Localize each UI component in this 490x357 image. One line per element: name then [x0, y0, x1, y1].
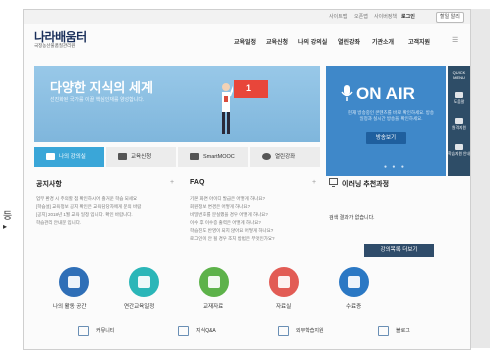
quick-button-classroom[interactable]: 나의 강의실: [34, 147, 104, 167]
nav-item-schedule[interactable]: 교육일정: [234, 37, 256, 46]
all-menu-icon[interactable]: ☰: [452, 36, 458, 44]
external-learning-icon[interactable]: [278, 326, 289, 336]
notice-item[interactable]: [공지] 2018년 1월 교육 일정 입니다. 확인 바랍니다.: [36, 212, 176, 217]
quick-menu-item-remote[interactable]: 원격지원: [448, 126, 470, 131]
circle-label[interactable]: 자료실: [276, 302, 291, 310]
browser-page: 사이트맵 오픈맵 사이버정책 로그인 할일 알리 나라배움터 국정농산물품질관리…: [23, 9, 471, 350]
util-link-sitemap[interactable]: 사이트맵: [329, 13, 347, 20]
monitor-icon: [329, 178, 338, 187]
quick-button-label: 나의 강의실: [59, 154, 86, 160]
person-illustration-icon: [222, 83, 233, 134]
login-link[interactable]: 로그인: [401, 13, 415, 20]
qa-icon[interactable]: [178, 326, 189, 336]
screen-icon: [190, 153, 199, 161]
globe-icon: [262, 153, 271, 161]
nav-item-open-lecture[interactable]: 열린강좌: [338, 37, 360, 46]
util-link-policy[interactable]: 사이버정책: [374, 13, 397, 20]
faq-more-button[interactable]: +: [312, 179, 316, 186]
faq-item[interactable]: 이수 후 이수증 출력은 어떻게 하나요?: [190, 220, 320, 225]
quick-menu-item-guide[interactable]: 학습지원 안내: [448, 152, 470, 157]
hero-subtitle: 선진화된 국가를 이끌 핵심인재를 양성합니다.: [50, 97, 145, 103]
notice-item[interactable]: 학습관리 안내문 입니다.: [36, 220, 176, 225]
utility-bar: 사이트맵 오픈맵 사이버정책 로그인 할일 알리: [24, 10, 470, 24]
faq-item[interactable]: 학습진도 반영이 되지 않아요 어떻게 하나요?: [190, 228, 320, 233]
graduation-cap-icon: [348, 276, 360, 288]
nav-item-apply[interactable]: 교육신청: [266, 37, 288, 46]
quick-menu: QUICK MENU 도움말 원격지원 학습지원 안내: [448, 66, 470, 176]
recommend-empty-message: 검색 결과가 없습니다.: [329, 215, 375, 221]
faq-item[interactable]: 회원정보 변경은 어떻게 하나요?: [190, 204, 320, 209]
notice-title: 공지사항: [36, 181, 62, 188]
hero-banner[interactable]: 다양한 지식의 세계 선진화된 국가를 이끌 핵심인재를 양성합니다. 1: [34, 66, 320, 142]
quick-menu-item-help[interactable]: 도움말: [448, 100, 470, 105]
background-edge: [470, 9, 490, 348]
board-icon: [208, 276, 220, 288]
circle-label[interactable]: 연간교육일정: [124, 302, 154, 310]
footer-link-external[interactable]: 외부학습지원: [296, 327, 324, 334]
on-air-banner[interactable]: ON AIR 현재 방송중인 콘텐츠를 바로 확인하세요. 방송일정과 실시간 …: [326, 66, 446, 176]
notice-item[interactable]: [학습설] 교육정보 공지 확인은 교육담당자에게 문의 바람: [36, 204, 176, 209]
slide-indicator[interactable]: ● ● ●: [384, 164, 406, 170]
watch-broadcast-button[interactable]: 방송보기: [366, 132, 406, 144]
remote-support-icon[interactable]: [455, 118, 463, 124]
footer-link-blog[interactable]: 블로그: [396, 327, 410, 334]
globe-icon: [68, 276, 80, 288]
monitor-icon: [46, 153, 55, 161]
blog-icon[interactable]: [378, 326, 389, 336]
quick-button-label: SmartMOOC: [203, 154, 235, 160]
community-icon[interactable]: [78, 326, 89, 336]
quick-menu-title: QUICK MENU: [452, 70, 466, 80]
site-logo-sub: 국정농산물품질관리원: [34, 43, 76, 48]
hero-title: 다양한 지식의 세계: [50, 80, 153, 95]
books-icon: [278, 276, 290, 288]
on-air-subtitle: 현재 방송중인 콘텐츠를 바로 확인하세요. 방송일정과 실시간 방송을 확인하…: [347, 110, 435, 121]
my-space-link[interactable]: [59, 267, 89, 297]
quick-button-label: 열린강좌: [275, 154, 296, 160]
annual-schedule-link[interactable]: [129, 267, 159, 297]
recommend-title: 이러닝 추천과정: [342, 181, 390, 188]
flag-icon: 1: [234, 80, 268, 98]
circle-label[interactable]: 교재자료: [203, 302, 223, 310]
materials-link[interactable]: [199, 267, 229, 297]
faq-item[interactable]: 비밀번호를 분실했을 경우 어떻게 하나요?: [190, 212, 320, 217]
on-air-title: ON AIR: [356, 84, 415, 103]
faq-title: FAQ: [190, 179, 205, 186]
pencil-icon: [118, 153, 127, 161]
nav-item-about[interactable]: 기관소개: [372, 37, 394, 46]
help-icon[interactable]: [455, 92, 463, 98]
quick-button-label: 교육신청: [131, 154, 152, 160]
notice-item[interactable]: 업무 환경 시 주의할 점 확인하시어 즐거운 학습 되세요: [36, 196, 176, 201]
quick-button-smartmooc[interactable]: SmartMOOC: [178, 147, 248, 167]
notice-more-button[interactable]: +: [170, 179, 174, 186]
faq-item[interactable]: 로그인이 안 될 경우 조치 방법은 무엇인가요?: [190, 236, 320, 241]
margin-mark: 등: [3, 211, 13, 222]
circle-label[interactable]: 나의 활동 공간: [53, 302, 86, 310]
learning-guide-icon[interactable]: [455, 144, 463, 150]
faq-item[interactable]: 기본 화면 아이디 발급은 어떻게 하나요?: [190, 196, 320, 201]
flag-number: 1: [246, 83, 252, 93]
footer-link-community[interactable]: 커뮤니티: [96, 327, 114, 334]
util-link-openmap[interactable]: 오픈맵: [354, 13, 368, 20]
util-button[interactable]: 할일 알리: [436, 12, 464, 23]
more-courses-button[interactable]: 강의목록 더보기: [364, 244, 434, 257]
certificate-link[interactable]: [339, 267, 369, 297]
microphone-icon: [341, 85, 353, 101]
quick-button-apply[interactable]: 교육신청: [106, 147, 176, 167]
footer-link-qa[interactable]: 지식Q&A: [196, 327, 216, 334]
nav-item-support[interactable]: 고객지원: [408, 37, 430, 46]
circle-label[interactable]: 수료증: [346, 302, 361, 310]
nav-item-classroom[interactable]: 나의 강의실: [298, 37, 327, 46]
calendar-icon: [138, 276, 150, 288]
margin-arrow: ▸: [3, 222, 8, 231]
archive-link[interactable]: [269, 267, 299, 297]
quick-button-open-lecture[interactable]: 열린강좌: [250, 147, 320, 167]
